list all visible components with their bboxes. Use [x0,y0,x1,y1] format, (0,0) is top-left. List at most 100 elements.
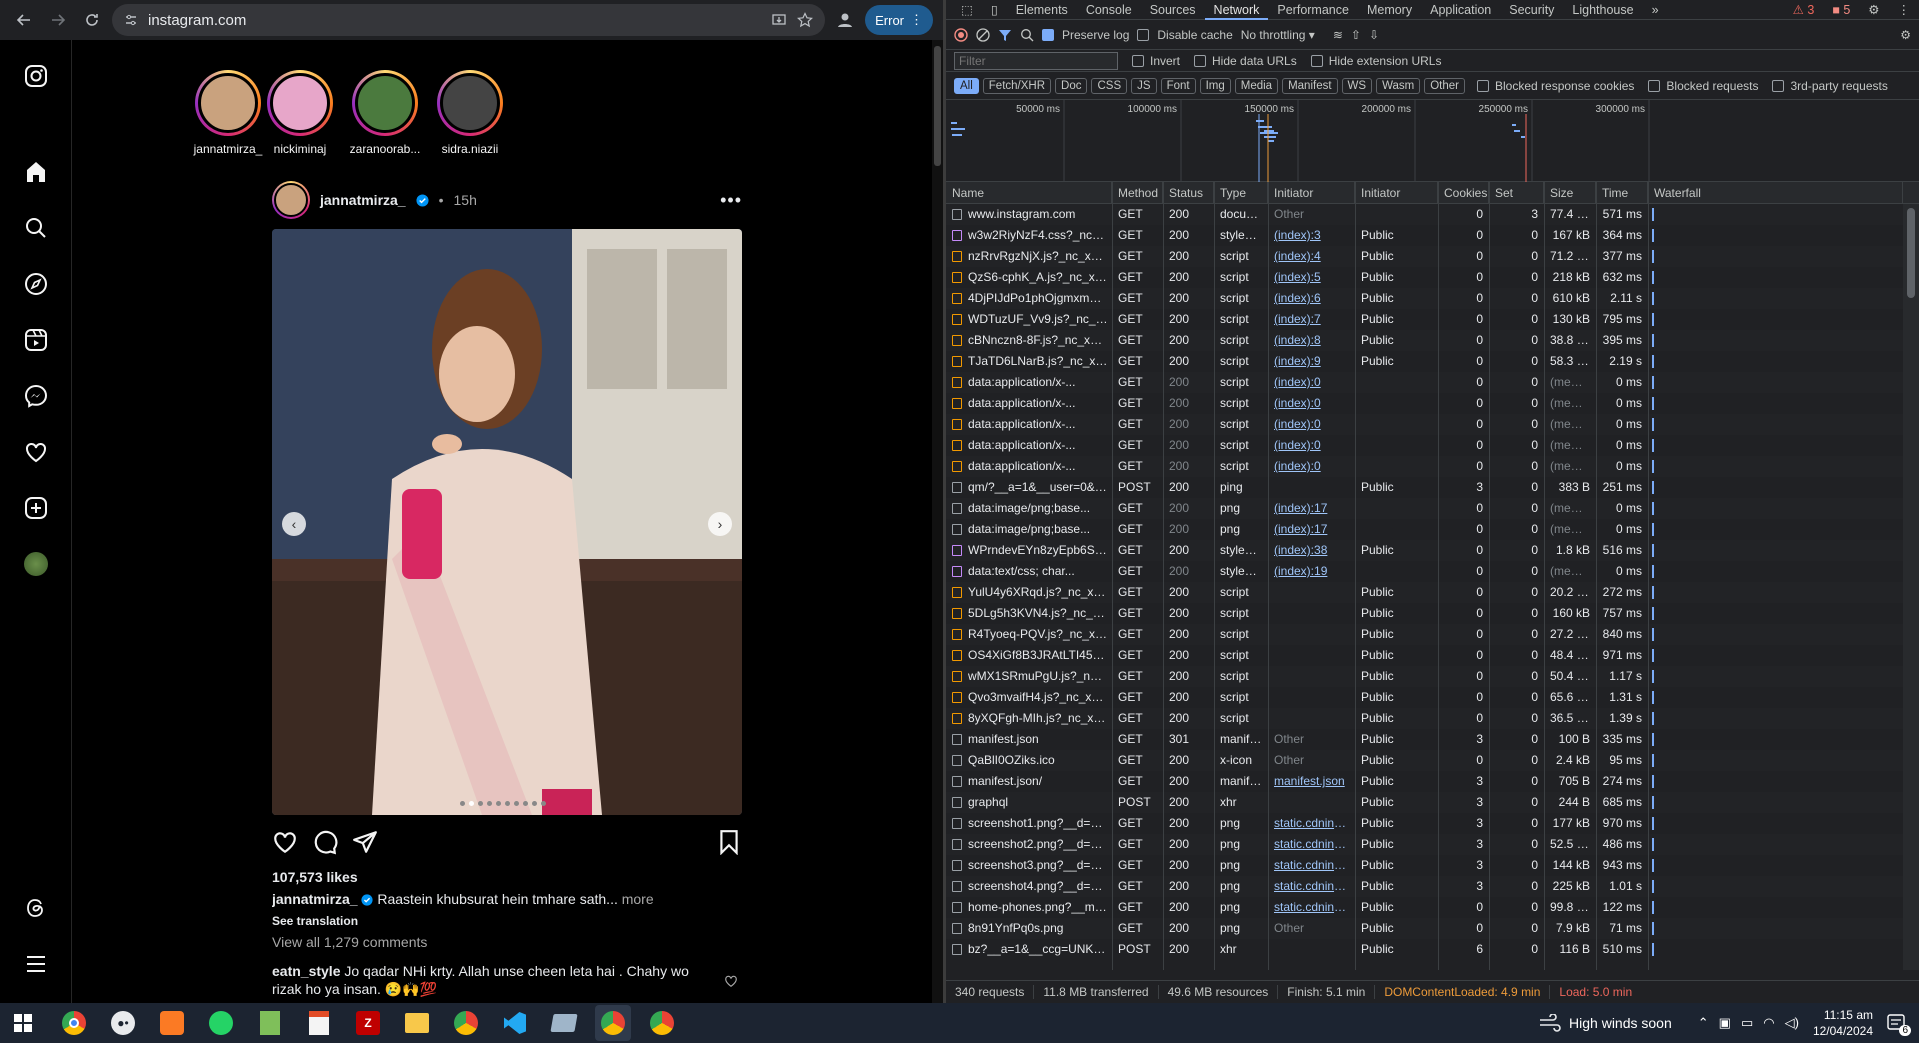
caption-author[interactable]: jannatmirza_ [272,891,358,907]
reels-icon[interactable] [22,326,50,354]
request-row[interactable]: 4DjPIJdPo1phOjgmxmSmbJcFQ... GET 200 script… [946,288,1903,309]
carousel-next-button[interactable]: › [708,512,732,536]
request-row[interactable]: WDTuzUF_Vv9.js?_nc_x=Ij3Wp8l... GET 200 scr… [946,309,1903,330]
clear-log-icon[interactable] [976,27,990,42]
messenger-icon[interactable] [22,382,50,410]
see-translation-link[interactable]: See translation [272,914,358,928]
column-header[interactable]: Type [1214,182,1268,204]
wifi-icon[interactable]: ◠ [1763,1015,1774,1031]
reload-button[interactable] [78,6,106,34]
type-filter-chip[interactable]: CSS [1091,77,1128,94]
whatsapp-app-icon[interactable] [203,1005,239,1041]
chrome-profile-app-icon[interactable] [448,1005,484,1041]
address-bar[interactable]: instagram.com [112,4,826,36]
request-row[interactable]: data:application/x-... GET 200 script (index… [946,456,1903,477]
type-filter-chip[interactable]: Font [1160,77,1196,94]
notification-center-icon[interactable]: 6 [1887,1014,1911,1036]
url-text[interactable]: instagram.com [148,12,246,29]
device-toolbar-icon[interactable]: ▯ [982,0,1007,20]
request-row[interactable]: graphql POST 200 xhr Public 3 0 244 B 685 ms [946,792,1903,813]
request-row[interactable]: R4Tyoeq-PQV.js?_nc_x=Ij3Wp8lg... GET 200 sc… [946,624,1903,645]
start-windows-icon[interactable] [0,1014,46,1032]
extra-filter-checkbox[interactable] [1772,79,1785,92]
tray-chevron-icon[interactable]: ⌃ [1698,1015,1709,1031]
search-icon[interactable] [22,214,50,242]
request-row[interactable]: wMX1SRmuPgU.js?_nc_x=Ij3Wp... GET 200 scrip… [946,666,1903,687]
column-header[interactable]: Method [1112,182,1163,204]
comment-author[interactable]: eatn_style [272,963,340,979]
request-row[interactable]: QaBlI0OZiks.ico GET 200 x-icon Other Public 0 0… [946,750,1903,771]
search-icon[interactable] [1020,28,1034,42]
share-icon[interactable] [352,829,378,855]
like-heart-icon[interactable] [272,829,298,855]
request-row[interactable]: manifest.json/GET 200 manifest manifest.jso… [946,771,1903,792]
profile-icon[interactable] [831,6,859,34]
type-filter-chip[interactable]: JS [1131,77,1157,94]
devtools-tab-security[interactable]: Security [1500,0,1563,20]
story-item[interactable]: zaranoorab... [345,70,425,156]
export-har-icon[interactable]: ⇩ [1369,28,1379,42]
extra-filter-checkbox[interactable] [1477,79,1489,92]
carousel-prev-button[interactable]: ‹ [282,512,306,536]
request-row[interactable]: www.instagram.com GET 200 document Other 0 3 77… [946,204,1903,225]
import-har-icon[interactable]: ⇧ [1351,28,1361,42]
request-row[interactable]: w3w2RiyNzF4.css?_nc_x=Ij3Wp8... GET 200 sty… [946,225,1903,246]
camera-tray-icon[interactable]: ▣ [1719,1015,1731,1031]
preserve-log-checkbox[interactable] [1042,28,1054,41]
requests-scrollbar[interactable] [1903,204,1919,970]
gamepad-app-icon[interactable]: ●• [105,1005,141,1041]
story-item[interactable]: nickiminaj [260,70,340,156]
request-row[interactable]: screenshot1.png?__d=www GET 200 png static.c… [946,813,1903,834]
post-author-name[interactable]: jannatmirza_ [320,192,406,208]
home-icon[interactable] [22,158,50,186]
terminal-app-icon[interactable] [546,1005,582,1041]
error-button[interactable]: Error ⋮ [865,5,933,35]
column-header[interactable]: Size [1544,182,1596,204]
filter-option-checkbox[interactable] [1194,54,1207,67]
extra-filter-checkbox[interactable] [1648,79,1661,92]
request-row[interactable]: YulU4y6XRqd.js?_nc_x=Ij3Wp8lg... GET 200 sc… [946,582,1903,603]
column-header[interactable]: Initiator Addres... [1355,182,1438,222]
request-row[interactable]: 8yXQFgh-MIh.js?_nc_x=Ij3Wp8l... GET 200 scr… [946,708,1903,729]
request-row[interactable]: data:application/x-... GET 200 script (index… [946,414,1903,435]
request-row[interactable]: QzS6-cphK_A.js?_nc_x=Ij3Wp8lg... GET 200 sc… [946,267,1903,288]
devtools-tab-application[interactable]: Application [1421,0,1500,20]
request-row[interactable]: data:text/css; char... GET 200 stylesheet (i… [946,561,1903,582]
request-row[interactable]: WPrndevEYn8zyEpb6SJKFF.css?_... GET 200 sty… [946,540,1903,561]
request-row[interactable]: cBNnczn8-8F.js?_nc_x=Ij3Wp8lg... GET 200 sc… [946,330,1903,351]
filter-option-checkbox[interactable] [1132,54,1144,67]
volume-icon[interactable]: ◁) [1785,1015,1799,1031]
caption-more-link[interactable]: more [622,891,654,907]
devtools-tab-lighthouse[interactable]: Lighthouse [1563,0,1642,20]
throttling-select[interactable]: No throttling ▾ [1241,28,1315,42]
story-item[interactable]: jannatmirza_ [188,70,268,156]
errors-badge[interactable]: ■ 5 [1823,0,1859,20]
request-row[interactable]: OS4XiGf8B3JRAtLTI45A93Szy3Q... GET 200 scri… [946,645,1903,666]
request-row[interactable]: nzRrvRgzNjX.js?_nc_x=Ij3Wp8lg... GET 200 sc… [946,246,1903,267]
request-row[interactable]: bz?__a=1&__ccg=UNKNOWN&__... POST 200 xhr Pu… [946,939,1903,960]
post-options-icon[interactable]: ••• [720,190,742,211]
filter-option-checkbox[interactable] [1310,54,1323,67]
instagram-logo-icon[interactable] [22,62,50,90]
chrome-active-app-icon[interactable] [595,1005,631,1041]
type-filter-chip[interactable]: All [954,77,979,94]
devtools-tab-sources[interactable]: Sources [1141,0,1205,20]
request-row[interactable]: data:application/x-... GET 200 script (index… [946,435,1903,456]
save-bookmark-icon[interactable] [716,829,742,855]
page-scrollbar[interactable] [932,40,943,1003]
request-row[interactable]: 8n91YnfPq0s.png GET 200 png Other Public 0 0 7.9… [946,918,1903,939]
column-header[interactable]: Cookies [1438,182,1489,204]
create-post-icon[interactable] [22,494,50,522]
notifications-heart-icon[interactable] [22,438,50,466]
request-row[interactable]: 5DLg5h3KVN4.js?_nc_x=Ij3Wp8l... GET 200 scr… [946,603,1903,624]
column-header[interactable]: Set Coo... [1489,182,1544,222]
request-row[interactable]: data:image/png;base... GET 200 png (index):1… [946,498,1903,519]
document-app-icon[interactable] [301,1005,337,1041]
forward-button[interactable] [44,6,72,34]
devtools-tab-elements[interactable]: Elements [1007,0,1077,20]
request-row[interactable]: qm/?__a=1&__user=0&__comet_... POST 200 pin… [946,477,1903,498]
network-overview-timeline[interactable]: 50000 ms 100000 ms 150000 ms 200000 ms 25000… [946,100,1919,182]
devtools-tab-console[interactable]: Console [1077,0,1141,20]
battery-icon[interactable]: ▭ [1741,1015,1753,1031]
filter-funnel-icon[interactable] [998,28,1012,42]
